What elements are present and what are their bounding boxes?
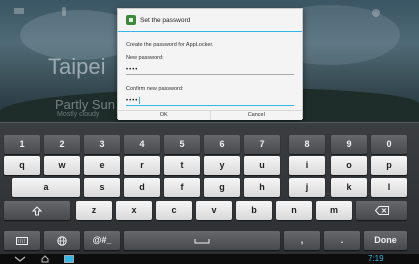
done-key[interactable]: Done [364, 231, 407, 250]
key-b[interactable]: b [236, 201, 272, 220]
system-nav-bar: 7:19 [0, 254, 419, 264]
key-j[interactable]: j [289, 178, 325, 197]
period-key[interactable]: . [324, 231, 360, 250]
key-z[interactable]: z [76, 201, 112, 220]
weather-city: Taipei [48, 54, 106, 79]
key-e[interactable]: e [84, 156, 120, 175]
key-y[interactable]: y [204, 156, 240, 175]
key-s[interactable]: s [84, 178, 120, 197]
recent-apps-button[interactable] [62, 255, 76, 263]
key-5[interactable]: 5 [164, 135, 200, 154]
key-3[interactable]: 3 [84, 135, 120, 154]
back-icon [14, 256, 26, 262]
key-h[interactable]: h [244, 178, 280, 197]
key-n[interactable]: n [276, 201, 312, 220]
confirm-password-field[interactable]: •••• [126, 96, 294, 106]
language-key[interactable] [44, 231, 80, 250]
shift-icon [32, 205, 42, 215]
new-password-label: New password: [126, 55, 164, 61]
key-m[interactable]: m [316, 201, 352, 220]
back-button[interactable] [12, 255, 28, 263]
confirm-password-value: •••• [126, 98, 139, 104]
search-widget-icon [14, 8, 24, 14]
title-divider [118, 31, 302, 32]
recent-apps-icon [64, 255, 74, 263]
key-9[interactable]: 9 [331, 135, 367, 154]
dialog-buttons: OK Cancel [118, 110, 302, 120]
backspace-icon [374, 206, 389, 215]
key-7[interactable]: 7 [244, 135, 280, 154]
confirm-password-label: Confirm new password: [126, 86, 184, 92]
cancel-button[interactable]: Cancel [209, 111, 302, 120]
key-q[interactable]: q [4, 156, 40, 175]
key-v[interactable]: v [196, 201, 232, 220]
keyboard-settings-icon [16, 236, 28, 245]
dialog-message: Create the password for AppLocker. [126, 42, 214, 48]
space-icon [194, 238, 210, 243]
home-icon [41, 255, 49, 263]
key-l[interactable]: l [371, 178, 407, 197]
key-x[interactable]: x [116, 201, 152, 220]
weather-detail: Mostly cloudy [57, 111, 100, 118]
comma-key[interactable]: , [284, 231, 320, 250]
keyboard-settings-key[interactable] [4, 231, 40, 250]
key-a[interactable]: a [12, 178, 80, 197]
key-g[interactable]: g [204, 178, 240, 197]
dialog-title: Set the password [140, 16, 191, 24]
applocker-icon [126, 15, 136, 25]
key-u[interactable]: u [244, 156, 280, 175]
weather-condition: Partly Sun [55, 97, 115, 112]
key-k[interactable]: k [331, 178, 367, 197]
key-r[interactable]: r [124, 156, 160, 175]
space-key[interactable] [124, 231, 280, 250]
backspace-key[interactable] [356, 201, 407, 220]
key-8[interactable]: 8 [289, 135, 325, 154]
status-clock: 7:19 [368, 254, 384, 263]
new-password-value: •••• [126, 67, 139, 73]
key-6[interactable]: 6 [204, 135, 240, 154]
key-f[interactable]: f [164, 178, 200, 197]
key-i[interactable]: i [289, 156, 325, 175]
home-button[interactable] [38, 255, 52, 263]
soft-keyboard: 1 2 3 4 5 6 7 8 9 0 q w e r t y u i o p … [0, 122, 419, 254]
key-2[interactable]: 2 [44, 135, 80, 154]
key-1[interactable]: 1 [4, 135, 40, 154]
shift-key[interactable] [4, 201, 70, 220]
key-d[interactable]: d [124, 178, 160, 197]
mic-icon [62, 7, 66, 16]
key-p[interactable]: p [371, 156, 407, 175]
key-0[interactable]: 0 [371, 135, 407, 154]
key-4[interactable]: 4 [124, 135, 160, 154]
new-password-field[interactable]: •••• [126, 65, 294, 75]
globe-icon [57, 235, 67, 246]
text-caret [139, 96, 141, 104]
key-c[interactable]: c [156, 201, 192, 220]
set-password-dialog: Set the password Create the password for… [117, 8, 303, 120]
key-w[interactable]: w [44, 156, 80, 175]
key-o[interactable]: o [331, 156, 367, 175]
ok-button[interactable]: OK [118, 111, 210, 120]
key-t[interactable]: t [164, 156, 200, 175]
apps-icon [372, 9, 380, 17]
symbols-key[interactable]: @#_ [84, 231, 120, 250]
dialog-title-bar: Set the password [118, 9, 302, 31]
